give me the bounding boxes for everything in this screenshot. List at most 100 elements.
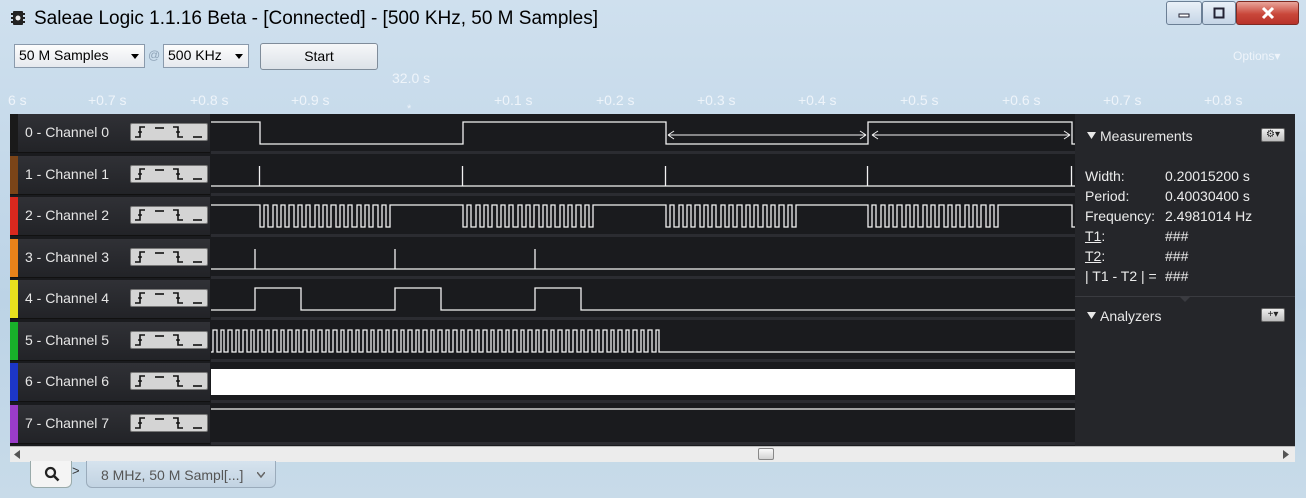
plus-icon: +▾	[1267, 309, 1279, 320]
horizontal-scrollbar[interactable]	[10, 446, 1295, 462]
channel-color-strip	[10, 322, 18, 360]
trigger-edge-icons[interactable]	[131, 332, 207, 348]
channel-row[interactable]: 6 - Channel 6	[10, 363, 210, 402]
ruler-tick: +0.1 s	[494, 92, 533, 108]
ruler-tick: +0.8 s	[1204, 92, 1243, 108]
search-tab[interactable]	[30, 461, 72, 488]
ruler-tick: +0.4 s	[798, 92, 837, 108]
channel-row[interactable]: 1 - Channel 1	[10, 156, 210, 195]
channel-label[interactable]: 7 - Channel 7	[25, 415, 109, 431]
waveform-area[interactable]: 0 - Channel 0 1 - Channel 1 2 - Channel 2 3…	[10, 114, 1075, 446]
chevron-down-icon[interactable]	[257, 472, 265, 478]
triangle-down-icon[interactable]	[1087, 132, 1096, 140]
channel-label[interactable]: 5 - Channel 5	[25, 332, 109, 348]
chevron-down-icon	[235, 54, 243, 59]
signal-trace	[211, 287, 1075, 311]
channel-color-strip	[10, 114, 18, 152]
scroll-left-icon[interactable]	[13, 450, 21, 459]
diff-label: | T1 - T2 | =	[1085, 268, 1157, 284]
divider-notch	[1179, 296, 1191, 302]
time-ruler[interactable]: 32.0 s * 6 s +0.7 s +0.8 s +0.9 s +0.1 s…	[0, 70, 1306, 115]
trigger-edge-icons[interactable]	[131, 207, 207, 223]
ruler-tick: +0.9 s	[291, 92, 330, 108]
app-chip-icon	[11, 11, 25, 25]
t1-value: ###	[1165, 228, 1189, 244]
trigger-buttons[interactable]	[130, 165, 208, 183]
trigger-buttons[interactable]	[130, 289, 208, 307]
channel-color-strip	[10, 197, 18, 235]
options-menu[interactable]: Options▾	[1233, 49, 1280, 63]
row-separator	[211, 193, 1075, 196]
samples-value: 50 M Samples	[19, 47, 109, 63]
row-separator	[211, 400, 1075, 403]
triangle-down-icon[interactable]	[1087, 312, 1096, 320]
channel-label[interactable]: 0 - Channel 0	[25, 124, 109, 140]
channel-row[interactable]: 3 - Channel 3	[10, 239, 210, 278]
frequency-label: Frequency:	[1085, 208, 1156, 224]
row-separator	[211, 151, 1075, 154]
minimize-button[interactable]	[1166, 1, 1202, 25]
channel-row[interactable]: 5 - Channel 5	[10, 322, 210, 361]
scroll-right-icon[interactable]	[1282, 450, 1290, 459]
channel-row[interactable]: 0 - Channel 0	[10, 114, 210, 153]
channel-label[interactable]: 6 - Channel 6	[25, 373, 109, 389]
measurements-panel: Measurements ⚙▾ Width: 0.20015200 s Peri…	[1075, 114, 1295, 446]
trigger-buttons[interactable]	[130, 206, 208, 224]
row-separator	[211, 276, 1075, 279]
samples-dropdown[interactable]: 50 M Samples	[14, 44, 145, 68]
width-value: 0.20015200 s	[1165, 168, 1250, 184]
close-button[interactable]	[1236, 1, 1299, 25]
channel-row[interactable]: 7 - Channel 7	[10, 405, 210, 444]
diff-value: ###	[1165, 268, 1189, 284]
trigger-buttons[interactable]	[130, 331, 208, 349]
channel-color-strip	[10, 405, 18, 443]
trigger-edge-icons[interactable]	[131, 290, 207, 306]
ruler-tick: +0.5 s	[900, 92, 939, 108]
trigger-buttons[interactable]	[130, 372, 208, 390]
channel-label[interactable]: 1 - Channel 1	[25, 166, 109, 182]
t2-label[interactable]: T2	[1085, 248, 1101, 264]
ruler-center-label: 32.0 s	[392, 70, 431, 86]
measurements-settings-button[interactable]: ⚙▾	[1261, 128, 1285, 142]
channel-label[interactable]: 4 - Channel 4	[25, 290, 109, 306]
rate-dropdown[interactable]: 500 KHz	[163, 44, 249, 68]
measurements-title: Measurements	[1100, 128, 1193, 144]
trigger-buttons[interactable]	[130, 248, 208, 266]
ruler-tick: +0.8 s	[190, 92, 229, 108]
tab-session[interactable]: 8 MHz, 50 M Sampl[...]	[86, 461, 276, 488]
gear-icon: ⚙▾	[1266, 129, 1280, 140]
trigger-edge-icons[interactable]	[131, 249, 207, 265]
trigger-edge-icons[interactable]	[131, 373, 207, 389]
ruler-tick: +0.6 s	[1002, 92, 1041, 108]
ruler-tick: +0.7 s	[1103, 92, 1142, 108]
window-title: Saleae Logic 1.1.16 Beta - [Connected] -…	[34, 8, 598, 29]
row-separator	[211, 442, 1075, 445]
analyzers-title: Analyzers	[1100, 308, 1162, 324]
row-separator	[211, 359, 1075, 362]
rate-value: 500 KHz	[168, 47, 222, 63]
channel-row[interactable]: 2 - Channel 2	[10, 197, 210, 236]
channel-label[interactable]: 2 - Channel 2	[25, 207, 109, 223]
ruler-tick: 6 s	[8, 92, 27, 108]
trigger-buttons[interactable]	[130, 123, 208, 141]
title-bar: Saleae Logic 1.1.16 Beta - [Connected] -…	[0, 0, 1306, 40]
channel-label[interactable]: 3 - Channel 3	[25, 249, 109, 265]
at-sign: @	[148, 48, 161, 62]
trigger-edge-icons[interactable]	[131, 124, 207, 140]
maximize-button[interactable]	[1202, 1, 1236, 25]
t1-row: T1:	[1085, 228, 1106, 244]
channel-color-strip	[10, 280, 18, 318]
t1-label[interactable]: T1	[1085, 228, 1101, 244]
scrollbar-thumb[interactable]	[758, 448, 774, 460]
channel-row[interactable]: 4 - Channel 4	[10, 280, 210, 319]
trigger-edge-icons[interactable]	[131, 166, 207, 182]
add-analyzer-button[interactable]: +▾	[1261, 308, 1285, 322]
trigger-buttons[interactable]	[130, 414, 208, 432]
start-button[interactable]: Start	[260, 43, 378, 70]
trigger-edge-icons[interactable]	[131, 415, 207, 431]
ruler-tick: +0.7 s	[88, 92, 127, 108]
dense-signal-band	[211, 369, 1075, 395]
maximize-icon	[1213, 7, 1225, 19]
signal-trace	[211, 204, 1075, 228]
tab-nav-arrow[interactable]: >	[72, 463, 80, 478]
